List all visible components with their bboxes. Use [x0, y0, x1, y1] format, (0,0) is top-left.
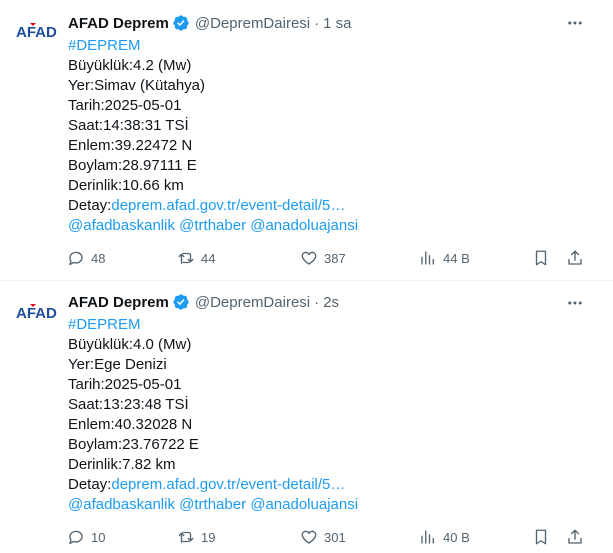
detail-link[interactable]: deprem.afad.gov.tr/event-detail/5… — [111, 476, 345, 493]
location-line: Yer:Ege Denizi — [68, 356, 167, 373]
separator-dot: · — [314, 293, 320, 311]
repost-button[interactable]: 19 — [176, 527, 215, 547]
repost-icon — [176, 527, 196, 547]
like-count: 387 — [324, 250, 346, 266]
detail-link[interactable]: deprem.afad.gov.tr/event-detail/5… — [111, 197, 345, 214]
timeline-feed: AFAD AFAD Deprem @DepremDairesi · 1 sa #… — [0, 0, 613, 553]
like-count: 301 — [324, 529, 346, 545]
views-count: 40 B — [443, 529, 470, 545]
repost-icon — [176, 248, 196, 268]
tweet-text: #DEPREM Büyüklük:4.0 (Mw) Yer:Ege Denizi… — [68, 315, 358, 515]
share-button[interactable] — [565, 248, 585, 268]
latitude-line: Enlem:39.22472 N — [68, 137, 193, 154]
tweet[interactable]: AFAD AFAD Deprem @DepremDairesi · 2s #DE… — [0, 281, 613, 553]
views-bar-chart-icon — [418, 527, 438, 547]
reply-count: 48 — [91, 250, 106, 266]
like-button[interactable]: 387 — [299, 248, 346, 268]
verified-badge-icon — [172, 293, 190, 311]
date-line: Tarih:2025-05-01 — [68, 376, 182, 393]
reply-count: 10 — [91, 529, 106, 545]
bookmark-icon — [531, 248, 551, 268]
author-name[interactable]: AFAD Deprem — [68, 15, 169, 32]
magnitude-line: Büyüklük:4.2 (Mw) — [68, 57, 192, 74]
author-handle[interactable]: @DepremDairesi — [195, 294, 310, 311]
share-icon — [565, 527, 585, 547]
views-button[interactable]: 40 B — [418, 527, 470, 547]
bookmark-button[interactable] — [531, 527, 551, 547]
tweet-actions: 48 44 387 44 B — [66, 248, 585, 268]
more-options-icon[interactable] — [565, 13, 585, 33]
views-bar-chart-icon — [418, 248, 438, 268]
tweet-time[interactable]: 2s — [323, 294, 339, 311]
depth-line: Derinlik:10.66 km — [68, 177, 184, 194]
tweet-text: #DEPREM Büyüklük:4.2 (Mw) Yer:Simav (Küt… — [68, 36, 358, 236]
share-button[interactable] — [565, 527, 585, 547]
date-line: Tarih:2025-05-01 — [68, 97, 182, 114]
separator-dot: · — [314, 14, 320, 32]
longitude-line: Boylam:28.97111 E — [68, 157, 197, 174]
mention-link[interactable]: @anadoluajansi — [250, 496, 358, 513]
like-button[interactable]: 301 — [299, 527, 346, 547]
time-line: Saat:14:38:31 TSİ — [68, 117, 189, 134]
mention-link[interactable]: @trthaber — [179, 217, 246, 234]
reply-icon — [66, 248, 86, 268]
afad-logo[interactable]: AFAD — [16, 291, 60, 335]
location-line: Yer:Simav (Kütahya) — [68, 77, 206, 94]
repost-button[interactable]: 44 — [176, 248, 215, 268]
bookmark-icon — [531, 527, 551, 547]
views-button[interactable]: 44 B — [418, 248, 470, 268]
reply-button[interactable]: 48 — [66, 248, 105, 268]
afad-logo-text: AFAD — [16, 24, 57, 41]
hashtag-link[interactable]: #DEPREM — [68, 316, 141, 333]
magnitude-line: Büyüklük:4.0 (Mw) — [68, 336, 192, 353]
tweet-time[interactable]: 1 sa — [323, 15, 351, 32]
mention-link[interactable]: @anadoluajansi — [250, 217, 358, 234]
tweet-actions: 10 19 301 40 B — [66, 527, 585, 547]
reply-icon — [66, 527, 86, 547]
tweet[interactable]: AFAD AFAD Deprem @DepremDairesi · 1 sa #… — [0, 0, 613, 281]
latitude-line: Enlem:40.32028 N — [68, 416, 193, 433]
tweet-header: AFAD Deprem @DepremDairesi · 1 sa — [68, 12, 351, 34]
repost-count: 44 — [201, 250, 216, 266]
depth-line: Derinlik:7.82 km — [68, 456, 176, 473]
detail-label: Detay: — [68, 197, 112, 214]
afad-logo-text: AFAD — [16, 305, 57, 322]
mention-link[interactable]: @trthaber — [179, 496, 246, 513]
more-options-icon[interactable] — [565, 293, 585, 313]
author-handle[interactable]: @DepremDairesi — [195, 15, 310, 32]
share-icon — [565, 248, 585, 268]
author-name[interactable]: AFAD Deprem — [68, 294, 169, 311]
tweet-header: AFAD Deprem @DepremDairesi · 2s — [68, 291, 339, 313]
bookmark-button[interactable] — [531, 248, 551, 268]
reply-button[interactable]: 10 — [66, 527, 105, 547]
detail-label: Detay: — [68, 476, 112, 493]
heart-icon — [299, 248, 319, 268]
afad-logo[interactable]: AFAD — [16, 10, 60, 54]
longitude-line: Boylam:23.76722 E — [68, 436, 199, 453]
hashtag-link[interactable]: #DEPREM — [68, 37, 141, 54]
heart-icon — [299, 527, 319, 547]
verified-badge-icon — [172, 14, 190, 32]
views-count: 44 B — [443, 250, 470, 266]
mention-link[interactable]: @afadbaskanlik — [68, 496, 175, 513]
mention-link[interactable]: @afadbaskanlik — [68, 217, 175, 234]
repost-count: 19 — [201, 529, 216, 545]
time-line: Saat:13:23:48 TSİ — [68, 396, 189, 413]
